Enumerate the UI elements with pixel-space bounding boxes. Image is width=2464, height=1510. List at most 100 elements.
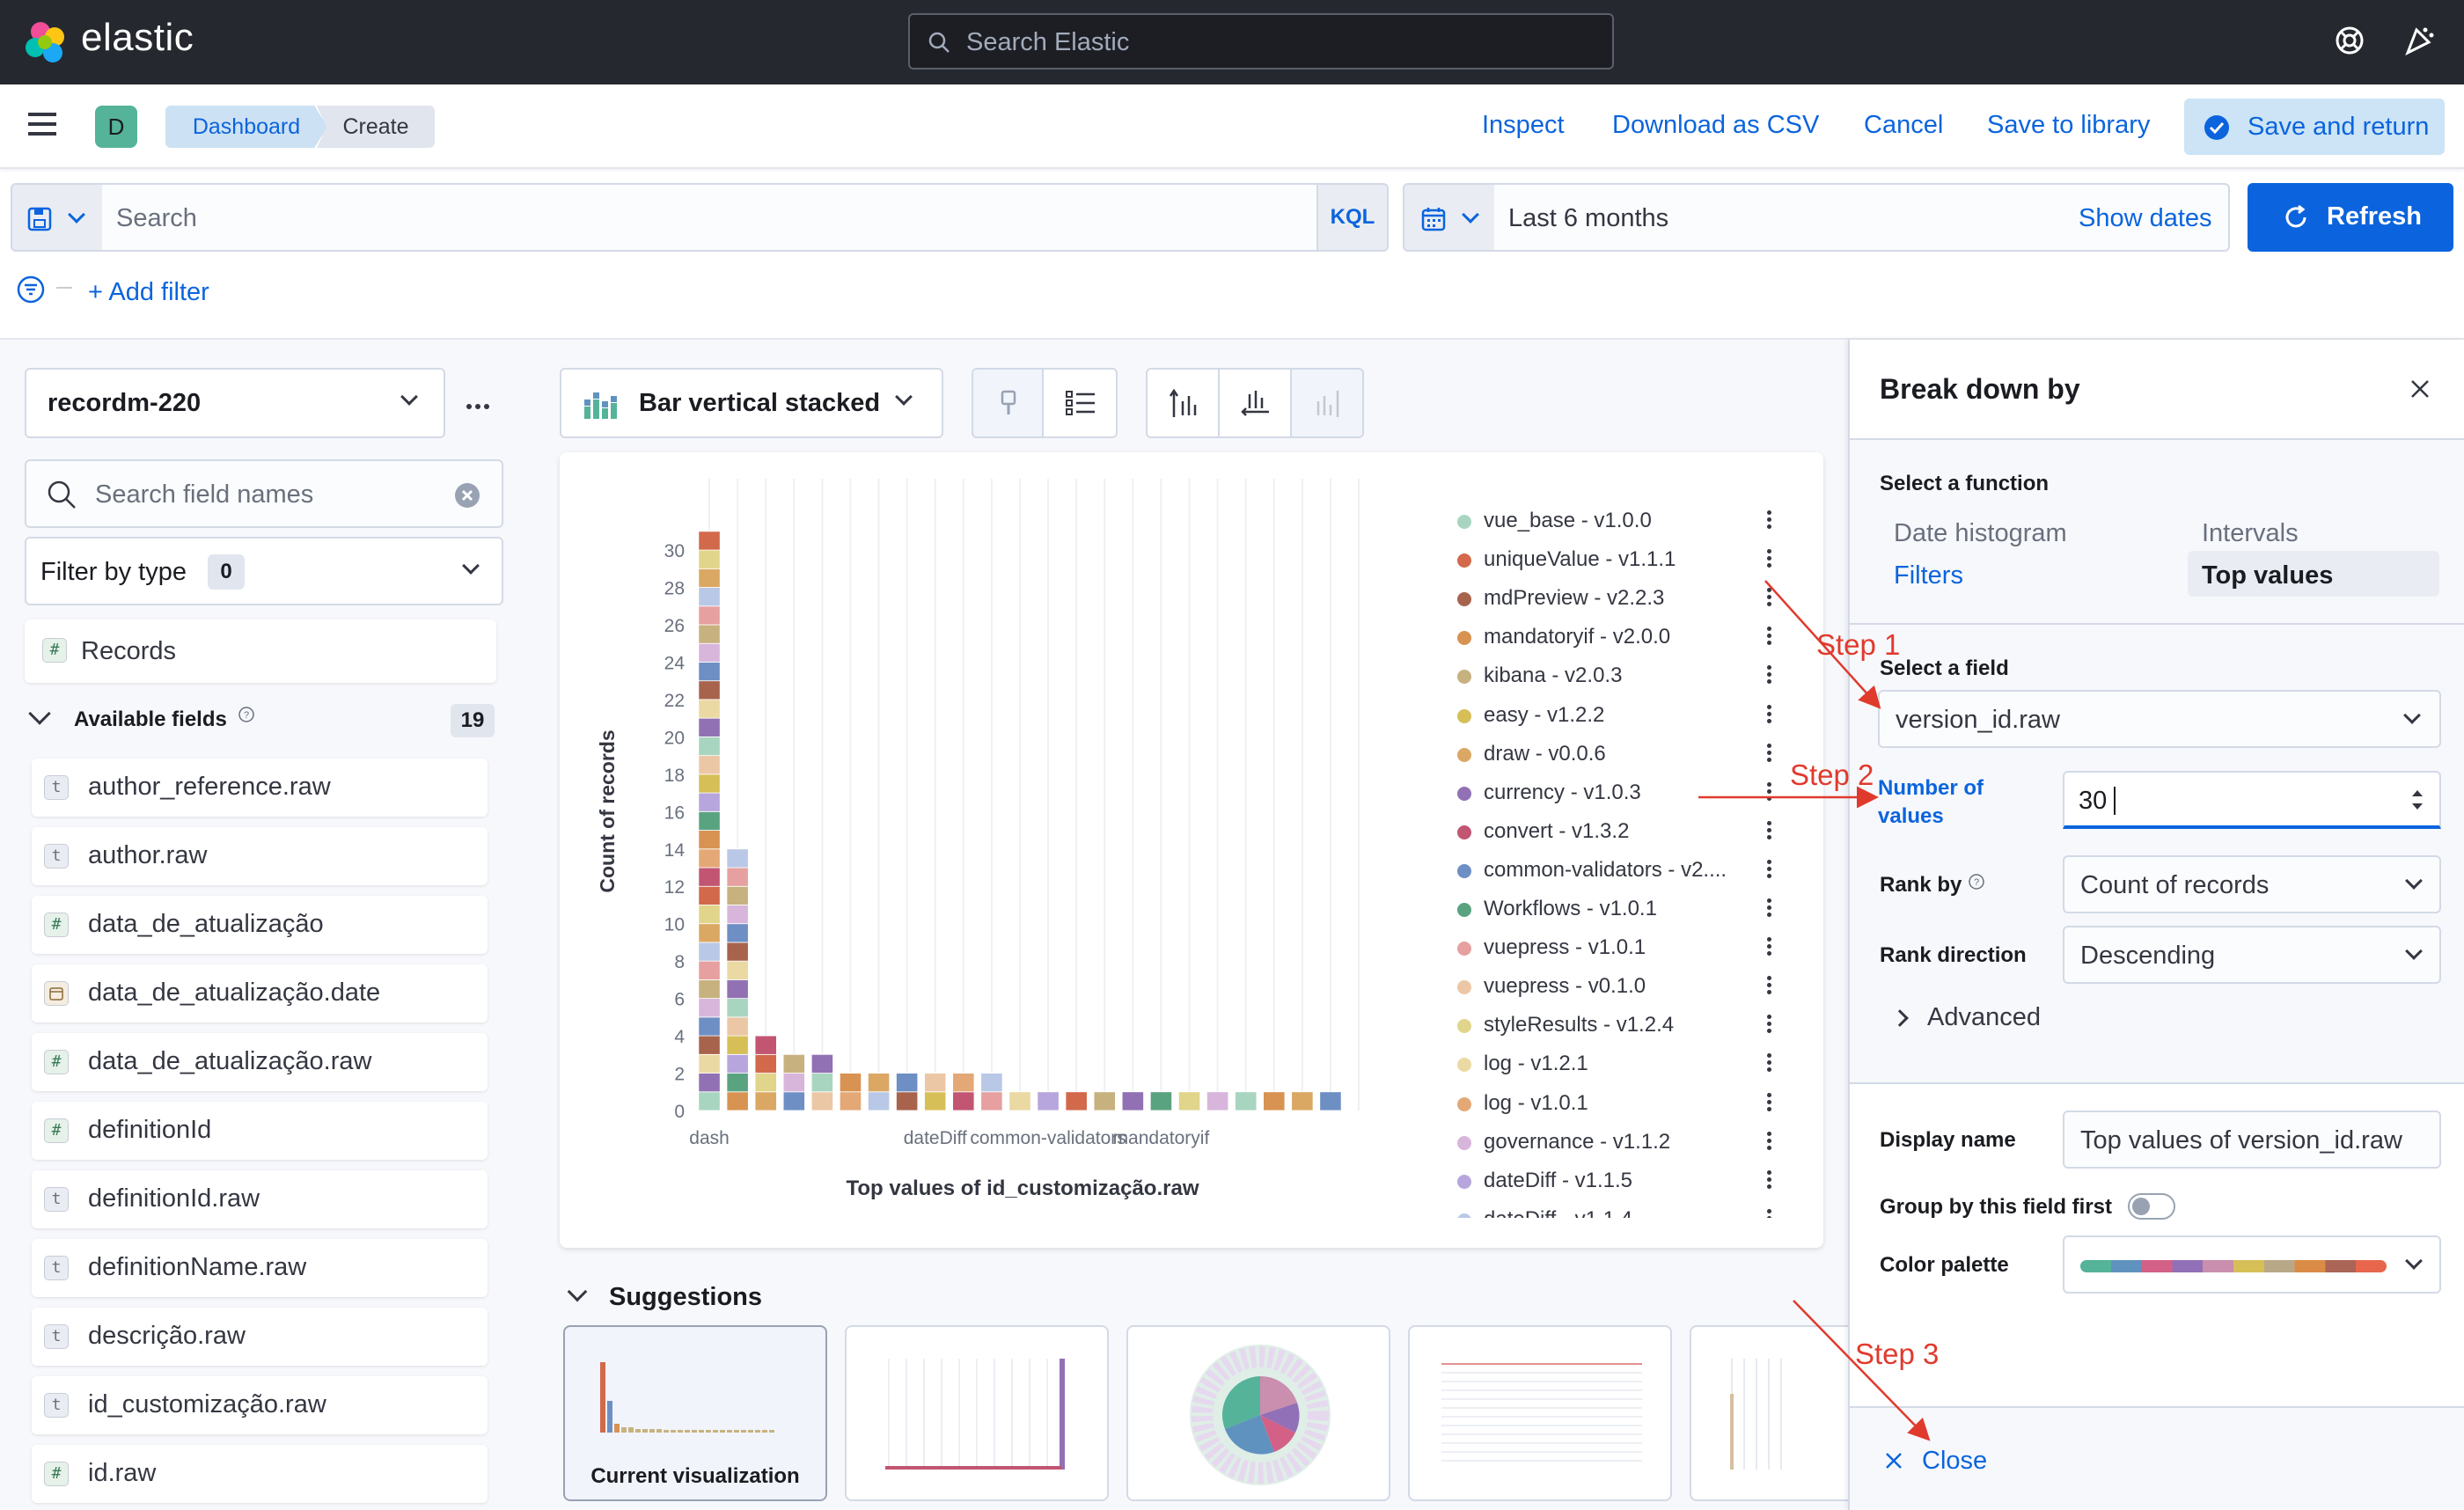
legend-item-actions-icon[interactable]: [1767, 781, 1772, 803]
legend-item-actions-icon[interactable]: [1767, 704, 1772, 726]
number-of-values-input[interactable]: 30: [2063, 771, 2441, 829]
legend-item-actions-icon[interactable]: [1767, 1053, 1772, 1074]
suggestion-4[interactable]: [1408, 1325, 1672, 1501]
text-cursor: [2114, 787, 2116, 815]
legend-item-actions-icon[interactable]: [1767, 1208, 1772, 1218]
save-and-return-label: Save and return: [2248, 113, 2430, 141]
stepper-icon[interactable]: [2409, 787, 2425, 813]
date-picker[interactable]: Last 6 months Show dates: [1494, 183, 2230, 252]
chart-type-label: Bar vertical stacked: [639, 389, 881, 417]
legend-label: uniqueValue - v1.1.1: [1484, 547, 1676, 572]
download-csv-link[interactable]: Download as CSV: [1612, 111, 1819, 140]
field-item[interactable]: # id.raw: [32, 1445, 488, 1503]
legend-color-swatch: [1457, 1174, 1471, 1189]
legend-item-actions-icon[interactable]: [1767, 510, 1772, 531]
color-palette-label: Color palette: [1880, 1253, 2009, 1277]
menu-icon[interactable]: [28, 113, 56, 136]
rank-direction-select[interactable]: Descending: [2063, 926, 2441, 984]
legend-item-actions-icon[interactable]: [1767, 627, 1772, 648]
elastic-logo-icon[interactable]: [23, 19, 69, 65]
left-axis-button[interactable]: [1146, 368, 1220, 438]
legend-item-actions-icon[interactable]: [1767, 1169, 1772, 1191]
field-item[interactable]: t descrição.raw: [32, 1308, 488, 1366]
global-search-input[interactable]: Search Elastic: [908, 13, 1614, 70]
left-axis-icon: [1169, 388, 1197, 417]
color-palette-select[interactable]: [2063, 1235, 2441, 1294]
visual-options-button[interactable]: [972, 368, 1044, 438]
legend-item-actions-icon[interactable]: [1767, 743, 1772, 765]
suggestion-5[interactable]: [1690, 1325, 1866, 1501]
info-icon[interactable]: ?: [1968, 873, 1985, 891]
bottom-axis-button[interactable]: [1218, 368, 1292, 438]
app-name[interactable]: elastic: [81, 16, 194, 60]
field-item[interactable]: t id_customização.raw: [32, 1376, 488, 1434]
chart-type-switcher[interactable]: Bar vertical stacked: [560, 368, 943, 438]
legend-item-actions-icon[interactable]: [1767, 665, 1772, 686]
legend-item-actions-icon[interactable]: [1767, 1092, 1772, 1114]
legend-color-swatch: [1457, 1058, 1471, 1073]
bottom-axis-icon: [1241, 391, 1269, 416]
kql-language-button[interactable]: KQL: [1316, 183, 1389, 252]
help-icon[interactable]: [2334, 25, 2365, 56]
show-dates-link[interactable]: Show dates: [2079, 204, 2212, 233]
close-button[interactable]: Close: [1922, 1447, 1987, 1476]
legend-item-actions-icon[interactable]: [1767, 937, 1772, 958]
color-palette-preview: [2080, 1260, 2387, 1272]
suggestion-current[interactable]: Current visualization: [563, 1325, 827, 1501]
field-name: id.raw: [88, 1459, 157, 1487]
suggestion-3[interactable]: [1126, 1325, 1390, 1501]
legend-label: vuepress - v0.1.0: [1484, 974, 1646, 999]
rank-by-select[interactable]: Count of records: [2063, 855, 2441, 913]
legend-label: common-validators - v2....: [1484, 857, 1727, 882]
legend-label: log - v1.0.1: [1484, 1090, 1588, 1115]
function-date-histogram[interactable]: Date histogram: [1894, 519, 2067, 548]
inspect-link[interactable]: Inspect: [1482, 111, 1565, 140]
save-to-library-link[interactable]: Save to library: [1987, 111, 2150, 140]
svg-text:?: ?: [1974, 877, 1979, 888]
close-icon[interactable]: [1883, 1450, 1904, 1471]
add-filter-button[interactable]: + Add filter: [88, 278, 209, 307]
legend-item-actions-icon[interactable]: [1767, 820, 1772, 842]
function-filters[interactable]: Filters: [1894, 561, 1963, 590]
field-item[interactable]: t definitionName.raw: [32, 1239, 488, 1297]
close-icon[interactable]: [2409, 378, 2431, 399]
date-quick-menu-button[interactable]: [1403, 183, 1496, 252]
legend-options-button[interactable]: [1042, 368, 1118, 438]
step-3-annotation: Step 3: [1855, 1338, 1940, 1370]
legend-label: governance - v1.1.2: [1484, 1129, 1671, 1154]
save-and-return-button[interactable]: Save and return: [2184, 99, 2445, 155]
legend-label: vue_base - v1.0.0: [1484, 509, 1652, 532]
function-intervals[interactable]: Intervals: [2202, 519, 2299, 548]
breadcrumb-dashboard[interactable]: Dashboard: [165, 106, 327, 148]
legend-color-swatch: [1457, 942, 1471, 957]
advanced-toggle[interactable]: Advanced: [1927, 1003, 2041, 1032]
legend-item-actions-icon[interactable]: [1767, 588, 1772, 609]
refresh-button[interactable]: Refresh: [2248, 183, 2453, 252]
group-by-toggle[interactable]: [2128, 1193, 2175, 1220]
legend-item-actions-icon[interactable]: [1767, 898, 1772, 920]
string-type-icon: t: [44, 1393, 69, 1418]
right-axis-button[interactable]: [1290, 368, 1364, 438]
flyout-divider: [1850, 623, 2464, 625]
field-select[interactable]: version_id.raw: [1878, 690, 2441, 748]
suggestion-pie-preview: [1190, 1345, 1331, 1485]
legend-color-swatch: [1457, 515, 1471, 529]
more-options-icon[interactable]: [466, 398, 489, 414]
function-top-values[interactable]: Top values: [2188, 551, 2439, 597]
legend-item-actions-icon[interactable]: [1767, 859, 1772, 881]
filter-icon[interactable]: [16, 275, 46, 304]
saved-query-button[interactable]: [11, 183, 104, 252]
legend-color-swatch: [1457, 863, 1471, 878]
display-name-input[interactable]: Top values of version_id.raw: [2063, 1111, 2441, 1169]
legend-item-actions-icon[interactable]: [1767, 976, 1772, 997]
suggestion-2[interactable]: [845, 1325, 1109, 1501]
legend-item-actions-icon[interactable]: [1767, 1015, 1772, 1036]
legend-item-actions-icon[interactable]: [1767, 1131, 1772, 1153]
query-search-input[interactable]: Search: [102, 183, 1318, 252]
suggestions-title[interactable]: Suggestions: [609, 1283, 762, 1312]
space-avatar[interactable]: D: [95, 106, 137, 148]
cancel-link[interactable]: Cancel: [1864, 111, 1943, 140]
legend-item-actions-icon[interactable]: [1767, 549, 1772, 570]
news-feed-icon[interactable]: [2402, 23, 2436, 56]
data-view-selector[interactable]: recordm-220: [25, 368, 445, 438]
